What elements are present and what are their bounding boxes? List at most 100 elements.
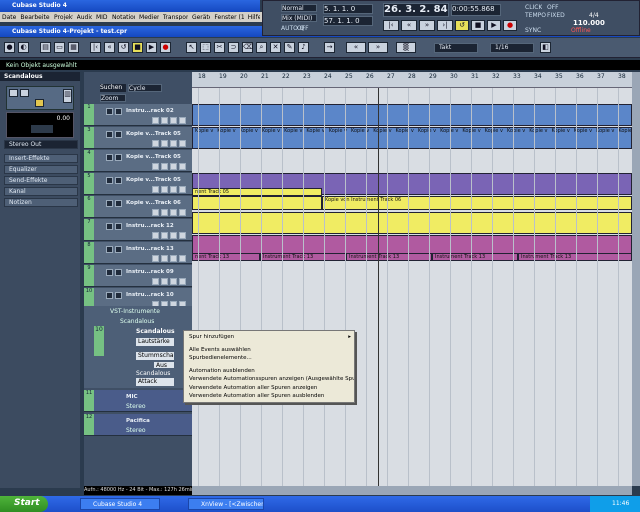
track-write-button[interactable] [179, 232, 186, 239]
track-record-button[interactable] [161, 163, 168, 170]
tempo-value[interactable]: 110.000 [573, 19, 605, 27]
track-name[interactable]: Kopie v...Track 05 [126, 154, 188, 161]
inspector-mute-button[interactable] [9, 89, 18, 97]
track-name[interactable]: Instru...rack 13 [126, 246, 188, 253]
task-cubase[interactable]: Cubase Studio 4 [80, 498, 160, 510]
track-record-button[interactable] [161, 255, 168, 262]
track-read-button[interactable] [170, 255, 177, 262]
part-track-13d[interactable]: Instrument Track 13 [432, 253, 518, 261]
play-button[interactable]: ▶ [487, 20, 501, 31]
signature-display[interactable]: 4/4 [589, 12, 599, 19]
nudge-right-button[interactable]: » [368, 42, 388, 53]
track-monitor-button[interactable] [152, 163, 159, 170]
track-read-button[interactable] [170, 278, 177, 285]
cycle-select[interactable]: Cycle [128, 84, 162, 92]
track-mute-button[interactable] [106, 292, 113, 299]
tb-go-start-button[interactable]: |‹ [90, 42, 101, 53]
play-tool-icon[interactable]: ♪ [298, 42, 309, 53]
track-monitor-button[interactable] [152, 186, 159, 193]
infoline-toggle-icon[interactable]: ▭ [54, 42, 65, 53]
track-row-mic[interactable]: 11 MIC Stereo [84, 390, 192, 412]
track-record-button[interactable] [161, 209, 168, 216]
track-solo-button[interactable] [115, 154, 122, 161]
track-record-button[interactable] [161, 117, 168, 124]
track-name[interactable]: Kopie v...Track 05 [126, 131, 188, 138]
tb-rewind-button[interactable]: « [104, 42, 115, 53]
stop-button[interactable]: ■ [471, 20, 485, 31]
track-record-button[interactable] [161, 140, 168, 147]
track-monitor-button[interactable] [152, 140, 159, 147]
track-row[interactable]: 6 Kopie v...Track 06 [84, 196, 192, 218]
arrange-area[interactable]: Kopie v Kopie v Kopie v Kopie v Kopie v Kopie… [192, 88, 632, 486]
track-solo-button[interactable] [115, 108, 122, 115]
track-solo-button[interactable] [115, 200, 122, 207]
track-name[interactable]: Kopie v...Track 05 [126, 177, 188, 184]
track-write-button[interactable] [179, 278, 186, 285]
inspector-section-equalizer[interactable]: Equalizer [4, 165, 78, 174]
mute-tool-icon[interactable]: ✕ [270, 42, 281, 53]
start-button[interactable]: Start [0, 496, 48, 512]
vst-param-volume[interactable]: Lautstärke [136, 338, 174, 346]
inspector-instrument-icon[interactable]: ▥ [63, 89, 72, 103]
menu-8[interactable]: Geräte [192, 14, 210, 20]
part-instrument-12[interactable] [192, 212, 632, 234]
time-display[interactable]: 0:00:55.868 [451, 4, 501, 16]
split-tool-icon[interactable]: ✂ [214, 42, 225, 53]
track-row[interactable]: 5 Kopie v...Track 05 [84, 173, 192, 195]
mix-select[interactable]: Mix (MIDI) [281, 14, 317, 22]
track-read-button[interactable] [170, 232, 177, 239]
inspector-track-name[interactable]: Scandalous [0, 72, 80, 81]
part-track-13e[interactable]: Instrument Track 13 [518, 253, 632, 261]
vst-param-mute[interactable]: Stummschalten [136, 352, 174, 360]
part-kopie-06b[interactable]: Kopie von Instrument Track 06 [322, 196, 632, 210]
forward-button[interactable]: » [419, 20, 435, 31]
track-row[interactable]: 9 Instru...rack 09 [84, 265, 192, 287]
vst-sub-track-name[interactable]: Scandalous [136, 370, 190, 377]
menu-6[interactable]: Medien [139, 14, 159, 20]
nudge-left-button[interactable]: « [346, 42, 366, 53]
go-end-button[interactable]: ›| [437, 20, 453, 31]
track-row[interactable]: 3 Kopie v...Track 05 [84, 127, 192, 149]
horizontal-scrollbar[interactable] [192, 486, 632, 495]
track-row[interactable]: 7 Instru...rack 12 [84, 219, 192, 241]
part-kopie-05[interactable]: Kopie v Kopie v Kopie v Kopie v Kopie v Kopie… [192, 127, 632, 149]
erase-tool-icon[interactable]: ⌫ [242, 42, 253, 53]
inspector-solo-button[interactable] [20, 89, 29, 97]
tempo-mode[interactable]: FIXED [547, 12, 565, 19]
track-name[interactable]: Instru...rack 10 [126, 292, 188, 299]
menu-4[interactable]: MIDI [96, 14, 108, 20]
track-read-button[interactable] [170, 117, 177, 124]
range-tool-icon[interactable]: ⬚ [200, 42, 211, 53]
inspector-volume-display[interactable]: 0.00 [6, 112, 74, 138]
track-row-pacifica[interactable]: 12 Pacifica Stereo [84, 414, 192, 436]
track-read-button[interactable] [170, 209, 177, 216]
track-mute-button[interactable] [106, 269, 113, 276]
track-write-button[interactable] [179, 255, 186, 262]
track-name[interactable]: Kopie v...Track 06 [126, 200, 188, 207]
menu-2[interactable]: Projekt [54, 14, 73, 20]
track-row[interactable]: 1 Instru...rack 02 [84, 104, 192, 126]
zoom-tool-icon[interactable]: ⌕ [256, 42, 267, 53]
menu-item-select-all-events[interactable]: Alle Events auswählen [184, 346, 354, 355]
track-monitor-button[interactable] [152, 232, 159, 239]
menu-item-add-track[interactable]: Spur hinzufügen ▸ [184, 333, 354, 342]
track-row[interactable]: 4 Kopie v...Track 05 [84, 150, 192, 172]
track-write-button[interactable] [179, 209, 186, 216]
track-mute-button[interactable] [106, 131, 113, 138]
position-display[interactable]: 26. 3. 2. 84 [383, 3, 449, 17]
inspector-section-sends[interactable]: Send-Effekte [4, 176, 78, 185]
track-record-button[interactable] [161, 186, 168, 193]
timeline-ruler[interactable]: 18 19 20 21 22 23 24 25 26 27 28 29 30 31 32 33 34 35 36 37… [192, 72, 632, 88]
track-monitor-button[interactable] [152, 117, 159, 124]
menu-item-show-used-automation-all[interactable]: Verwendete Automation aller Spuren anzei… [184, 384, 354, 393]
vst-track-name[interactable]: Scandalous [136, 328, 190, 335]
track-write-button[interactable] [179, 117, 186, 124]
track-name[interactable]: MIC [126, 394, 188, 401]
menu-0[interactable]: Datei [2, 14, 16, 20]
cycle-button[interactable]: ↺ [455, 20, 469, 31]
go-start-button[interactable]: |‹ [383, 20, 399, 31]
track-name[interactable]: Instru...rack 02 [126, 108, 188, 115]
inspector-toggle-icon[interactable]: ▤ [40, 42, 51, 53]
inspector-section-channel[interactable]: Kanal [4, 187, 78, 196]
track-record-button[interactable] [161, 232, 168, 239]
